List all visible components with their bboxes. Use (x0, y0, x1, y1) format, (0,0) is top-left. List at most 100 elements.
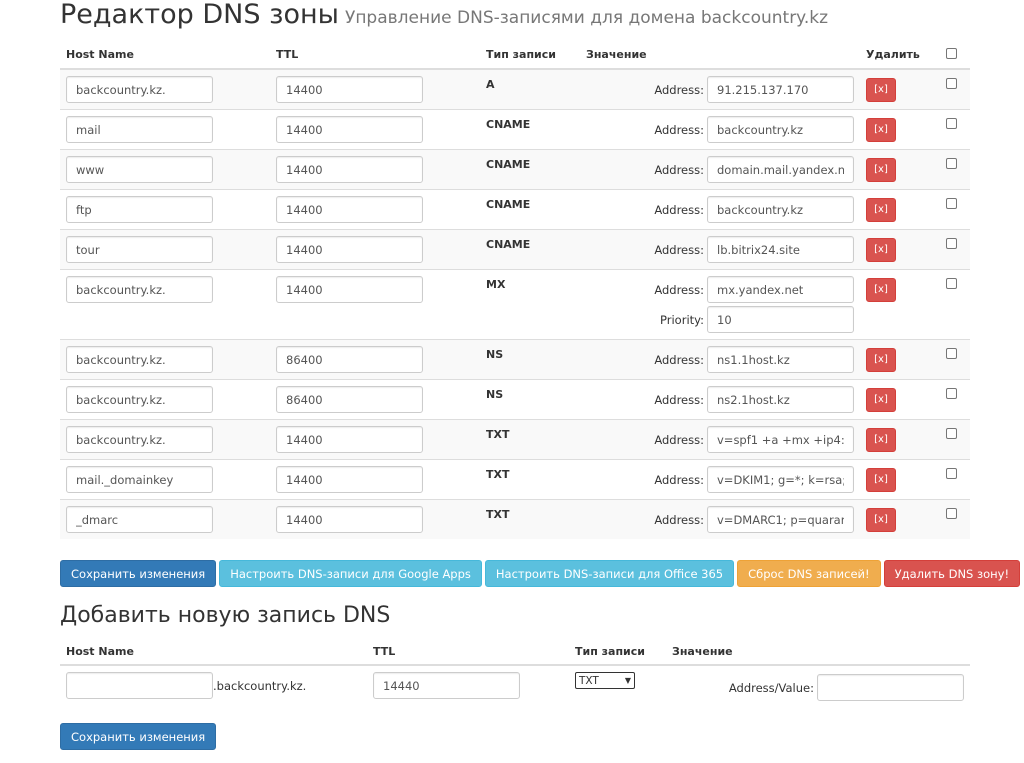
add-ttl-cell (367, 665, 569, 707)
host-input[interactable] (66, 76, 213, 103)
host-input[interactable] (66, 506, 213, 533)
row-checkbox[interactable] (946, 468, 957, 479)
address-input[interactable] (707, 466, 854, 493)
delete-record-button[interactable]: [x] (866, 118, 896, 142)
delete-record-button[interactable]: [x] (866, 198, 896, 222)
host-input[interactable] (66, 156, 213, 183)
value-cell: Address: (580, 459, 860, 500)
add-host-input[interactable] (66, 672, 213, 699)
select-cell (940, 339, 970, 380)
row-checkbox[interactable] (946, 388, 957, 399)
add-record-table: Host Name TTL Тип записи Значение .backc… (60, 638, 970, 707)
record-type: CNAME (486, 238, 531, 251)
ttl-input[interactable] (276, 156, 423, 183)
host-input[interactable] (66, 196, 213, 223)
ttl-input[interactable] (276, 196, 423, 223)
ttl-input[interactable] (276, 276, 423, 303)
ttl-input[interactable] (276, 236, 423, 263)
row-checkbox[interactable] (946, 508, 957, 519)
save-new-record-button[interactable]: Сохранить изменения (60, 723, 217, 750)
address-input[interactable] (707, 346, 854, 373)
host-input[interactable] (66, 386, 213, 413)
delete-record-button[interactable]: [x] (866, 78, 896, 102)
row-checkbox[interactable] (946, 118, 957, 129)
host-input[interactable] (66, 236, 213, 263)
address-input[interactable] (707, 276, 854, 303)
add-ttl-input[interactable] (373, 672, 520, 699)
host-cell (60, 379, 270, 420)
record-type: CNAME (486, 158, 531, 171)
delete-cell: [x] (860, 459, 940, 500)
office365-button[interactable]: Настроить DNS-записи для Office 365 (484, 560, 735, 587)
address-label: Address: (654, 162, 704, 177)
delete-zone-button[interactable]: Удалить DNS зону! (883, 560, 1021, 587)
address-label: Address: (654, 392, 704, 407)
add-value-label: Address/Value: (728, 680, 814, 695)
ttl-input[interactable] (276, 386, 423, 413)
table-row: CNAME Address: [x] (60, 189, 970, 230)
table-row: CNAME Address: [x] (60, 149, 970, 190)
select-all-checkbox[interactable] (946, 48, 957, 59)
address-input[interactable] (707, 116, 854, 143)
ttl-input[interactable] (276, 426, 423, 453)
address-input[interactable] (707, 506, 854, 533)
delete-record-button[interactable]: [x] (866, 348, 896, 372)
address-input[interactable] (707, 76, 854, 103)
col-select (940, 40, 970, 70)
priority-input[interactable] (707, 306, 854, 333)
value-cell: Address: (580, 229, 860, 270)
row-checkbox[interactable] (946, 428, 957, 439)
host-cell (60, 459, 270, 500)
address-input[interactable] (707, 236, 854, 263)
host-input[interactable] (66, 276, 213, 303)
record-type: TXT (486, 428, 510, 441)
ttl-cell (270, 499, 480, 539)
address-input[interactable] (707, 196, 854, 223)
reset-dns-button[interactable]: Сброс DNS записей! (737, 560, 881, 587)
add-col-ttl: TTL (367, 638, 569, 666)
row-checkbox[interactable] (946, 198, 957, 209)
row-checkbox[interactable] (946, 238, 957, 249)
ttl-input[interactable] (276, 116, 423, 143)
address-label: Address: (654, 122, 704, 137)
host-input[interactable] (66, 346, 213, 373)
domain-suffix: .backcountry.kz. (213, 678, 307, 693)
record-type-select[interactable]: TXT ▼ (575, 672, 635, 689)
ttl-input[interactable] (276, 76, 423, 103)
delete-record-button[interactable]: [x] (866, 238, 896, 262)
add-host-cell: .backcountry.kz. (60, 665, 367, 707)
delete-record-button[interactable]: [x] (866, 508, 896, 532)
delete-record-button[interactable]: [x] (866, 388, 896, 412)
delete-record-button[interactable]: [x] (866, 278, 896, 302)
add-value-input[interactable] (817, 674, 964, 701)
row-checkbox[interactable] (946, 78, 957, 89)
type-cell: CNAME (480, 109, 580, 150)
delete-record-button[interactable]: [x] (866, 468, 896, 492)
ttl-input[interactable] (276, 506, 423, 533)
row-checkbox[interactable] (946, 278, 957, 289)
type-cell: TXT (480, 499, 580, 539)
save-changes-button[interactable]: Сохранить изменения (60, 560, 217, 587)
delete-record-button[interactable]: [x] (866, 158, 896, 182)
table-row: MX Address: Priority: [x] (60, 269, 970, 340)
type-cell: NS (480, 379, 580, 420)
google-apps-button[interactable]: Настроить DNS-записи для Google Apps (219, 560, 482, 587)
host-cell (60, 149, 270, 190)
address-input[interactable] (707, 386, 854, 413)
page-subtitle: Управление DNS-записями для домена backc… (344, 8, 828, 28)
host-input[interactable] (66, 466, 213, 493)
host-input[interactable] (66, 426, 213, 453)
row-checkbox[interactable] (946, 158, 957, 169)
row-checkbox[interactable] (946, 348, 957, 359)
ttl-input[interactable] (276, 466, 423, 493)
table-row: NS Address: [x] (60, 379, 970, 420)
ttl-input[interactable] (276, 346, 423, 373)
host-input[interactable] (66, 116, 213, 143)
delete-record-button[interactable]: [x] (866, 428, 896, 452)
delete-cell: [x] (860, 109, 940, 150)
address-input[interactable] (707, 426, 854, 453)
record-type: NS (486, 348, 504, 361)
address-label: Address: (654, 282, 704, 297)
address-input[interactable] (707, 156, 854, 183)
address-label: Address: (654, 512, 704, 527)
